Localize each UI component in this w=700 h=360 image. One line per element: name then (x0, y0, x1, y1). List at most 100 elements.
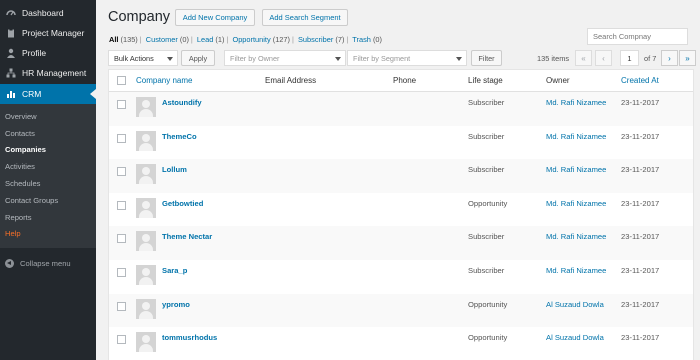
submenu-item-help[interactable]: Help (0, 226, 96, 243)
view-trash-count: (0) (372, 35, 382, 44)
column-company-name[interactable]: Company name (136, 76, 192, 85)
company-life-stage: Subscriber (468, 131, 505, 141)
row-checkbox[interactable] (117, 200, 126, 210)
company-name-link[interactable]: ThemeCo (162, 132, 197, 141)
company-avatar (136, 164, 156, 185)
column-life-stage: Life stage (468, 76, 503, 85)
company-life-stage: Subscriber (468, 98, 505, 107)
company-life-stage: Subscriber (468, 265, 505, 275)
dashboard-icon (5, 8, 16, 19)
add-search-segment-button[interactable]: Add Search Segment (262, 9, 348, 26)
view-opportunity-link[interactable]: Opportunity (232, 35, 270, 44)
bulk-actions-label: Bulk Actions (114, 53, 154, 63)
prev-page-button[interactable]: ‹ (595, 50, 612, 66)
row-checkbox[interactable] (117, 335, 126, 345)
company-created-at: 23-11-2017 (621, 299, 660, 309)
company-name-link[interactable]: tommusrhodus (162, 333, 217, 342)
row-checkbox[interactable] (117, 234, 126, 244)
table-row[interactable]: Theme Nectar Subscriber Md. Rafi Nizamee 23… (109, 226, 693, 260)
company-owner-link[interactable]: Md. Rafi Nizamee (546, 98, 606, 107)
submenu-item-reports[interactable]: Reports (0, 209, 96, 226)
column-created-at[interactable]: Created At (621, 76, 659, 85)
company-created-at: 23-11-2017 (621, 131, 660, 141)
column-email: Email Address (265, 76, 317, 85)
apply-button[interactable]: Apply (181, 50, 215, 66)
table-row[interactable]: Astoundify Subscriber Md. Rafi Nizamee 23-1… (109, 92, 693, 126)
company-life-stage: Opportunity (468, 333, 508, 343)
chevron-down-icon (335, 57, 341, 61)
menu-item-project-manager[interactable]: Project Manager (0, 23, 96, 43)
submenu-item-contacts[interactable]: Contacts (0, 125, 96, 142)
next-page-button[interactable]: › (661, 50, 678, 66)
company-owner-link[interactable]: Md. Rafi Nizamee (546, 199, 606, 208)
company-owner-link[interactable]: Md. Rafi Nizamee (546, 266, 606, 275)
table-row[interactable]: Lollum Subscriber Md. Rafi Nizamee 23-11-20… (109, 159, 693, 193)
menu-item-dashboard[interactable]: Dashboard (0, 3, 96, 23)
company-avatar (136, 97, 156, 117)
collapse-menu-button[interactable]: Collapse menu (0, 252, 96, 274)
view-subscriber-link[interactable]: Subscriber (298, 35, 333, 44)
submenu-item-companies[interactable]: Companies (0, 142, 96, 159)
table-row[interactable]: ThemeCo Subscriber Md. Rafi Nizamee 23-11-2… (109, 126, 693, 160)
view-all-link[interactable]: All (109, 35, 118, 44)
company-owner-link[interactable]: Md. Rafi Nizamee (546, 165, 606, 174)
company-owner-link[interactable]: Al Suzaud Dowla (546, 333, 604, 342)
company-owner-link[interactable]: Md. Rafi Nizamee (546, 232, 606, 241)
filter-by-segment-select[interactable]: Filter by Segment (347, 50, 467, 66)
clipboard-icon (5, 28, 16, 39)
collapse-icon (5, 258, 14, 268)
submenu-item-contact-groups[interactable]: Contact Groups (0, 192, 96, 209)
company-name-link[interactable]: Getbowtied (162, 199, 203, 208)
chevron-down-icon (167, 57, 173, 61)
crm-submenu: Overview Contacts Companies Activities S… (0, 104, 96, 249)
row-checkbox[interactable] (117, 133, 126, 143)
items-count: 135 items (537, 54, 570, 63)
submenu-item-schedules[interactable]: Schedules (0, 175, 96, 192)
company-avatar (136, 298, 156, 319)
submenu-item-activities[interactable]: Activities (0, 158, 96, 175)
row-checkbox[interactable] (117, 267, 126, 277)
chevron-down-icon (456, 57, 462, 61)
first-page-button[interactable]: « (575, 50, 592, 66)
filter-by-owner-select[interactable]: Filter by Owner (224, 50, 346, 66)
view-trash-link[interactable]: Trash (352, 35, 371, 44)
row-checkbox[interactable] (117, 100, 126, 109)
company-name-link[interactable]: Lollum (162, 165, 187, 174)
select-all-checkbox[interactable] (117, 76, 126, 85)
view-lead-link[interactable]: Lead (197, 35, 213, 44)
menu-item-crm[interactable]: CRM (0, 84, 96, 104)
company-life-stage: Subscriber (468, 165, 505, 175)
company-avatar (136, 332, 156, 353)
search-company-input[interactable]: Search Compnay (587, 28, 688, 45)
company-name-link[interactable]: Theme Nectar (162, 232, 212, 241)
total-pages-label: of 7 (644, 54, 657, 63)
view-customer-count: (0) (179, 35, 189, 44)
menu-item-profile[interactable]: Profile (0, 43, 96, 63)
add-new-company-button[interactable]: Add New Company (175, 9, 255, 26)
submenu-item-overview[interactable]: Overview (0, 108, 96, 125)
menu-item-label: Dashboard (22, 8, 64, 18)
company-owner-link[interactable]: Al Suzaud Dowla (546, 300, 604, 309)
menu-item-label: CRM (22, 89, 42, 99)
company-owner-link[interactable]: Md. Rafi Nizamee (546, 132, 606, 141)
current-page-input[interactable]: 1 (620, 50, 639, 66)
bulk-actions-select[interactable]: Bulk Actions (108, 50, 178, 66)
company-avatar (136, 130, 156, 151)
row-checkbox[interactable] (117, 167, 126, 177)
table-row[interactable]: tommusrhodus Opportunity Al Suzaud Dowla 23… (109, 327, 693, 360)
row-checkbox[interactable] (117, 301, 126, 311)
table-row[interactable]: Getbowtied Opportunity Md. Rafi Nizamee 23-… (109, 193, 693, 227)
company-name-link[interactable]: Sara_p (162, 266, 187, 275)
companies-table: Company name Email Address Phone Life st… (108, 69, 694, 360)
filter-button[interactable]: Filter (471, 50, 502, 66)
view-customer-link[interactable]: Customer (146, 35, 178, 44)
main-content: Company Add New Company Add Search Segme… (96, 0, 700, 360)
last-page-button[interactable]: » (679, 50, 696, 66)
table-row[interactable]: ypromo Opportunity Al Suzaud Dowla 23-11-20… (109, 293, 693, 328)
company-name-link[interactable]: ypromo (162, 300, 190, 309)
status-filter-links: All (135) | Customer (0) | Lead (1) | Oppor… (109, 35, 382, 44)
table-row[interactable]: Sara_p Subscriber Md. Rafi Nizamee 23-11-20… (109, 260, 693, 294)
menu-item-hr-management[interactable]: HR Management (0, 63, 96, 83)
company-avatar (136, 197, 156, 218)
company-name-link[interactable]: Astoundify (162, 98, 202, 107)
